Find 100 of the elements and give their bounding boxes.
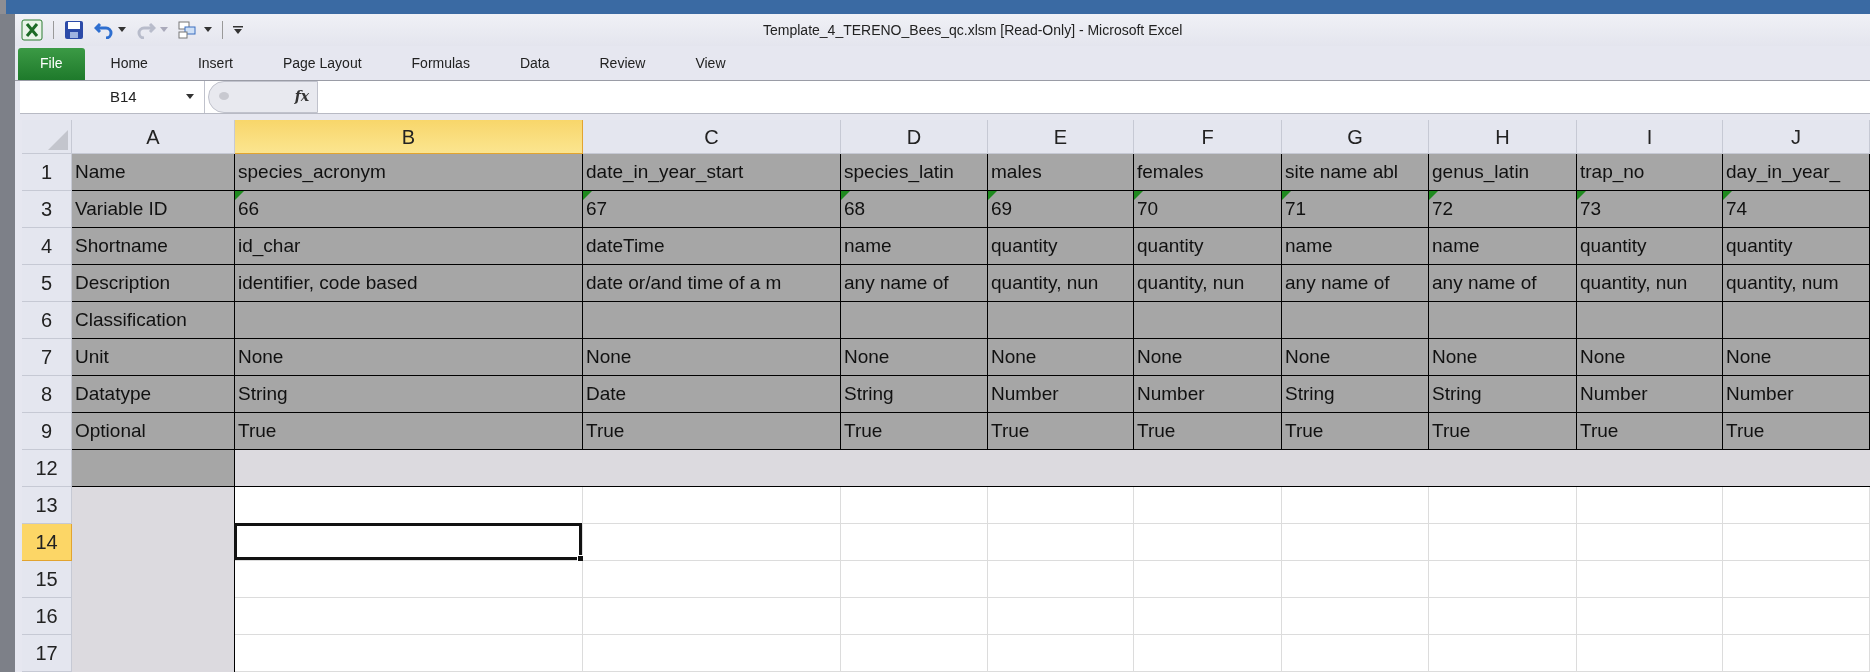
column-header[interactable]: C: [583, 120, 841, 154]
table-cell: Name: [72, 154, 235, 191]
caret-icon: [160, 27, 168, 33]
row-header[interactable]: 13: [22, 487, 72, 524]
table-cell: genus_latin: [1429, 154, 1577, 191]
table-cell: Date: [583, 376, 841, 413]
table-cell: 71: [1282, 191, 1429, 228]
row-header[interactable]: 6: [22, 302, 72, 339]
table-cell: Unit: [72, 339, 235, 376]
row-header[interactable]: 16: [22, 598, 72, 635]
ribbon-tab[interactable]: Data: [495, 47, 574, 80]
table-cell: date or/and time of a m: [583, 265, 841, 302]
insert-function-button[interactable]: fx: [294, 86, 309, 108]
table-cell: None: [1723, 339, 1870, 376]
column-header[interactable]: G: [1282, 120, 1429, 154]
table-cell: species_latin: [841, 154, 988, 191]
table-cell: any name of: [1429, 265, 1577, 302]
ribbon-tab[interactable]: Review: [575, 47, 670, 80]
table-cell: True: [1134, 413, 1282, 450]
table-cell: 69: [988, 191, 1134, 228]
table-cell: Classification: [72, 302, 235, 339]
table-cell: quantity: [988, 228, 1134, 265]
column-header[interactable]: H: [1429, 120, 1577, 154]
active-cell[interactable]: [234, 523, 582, 560]
table-cell: name: [1282, 228, 1429, 265]
ribbon-tab[interactable]: View: [671, 47, 750, 80]
table-cell: String: [235, 376, 583, 413]
table-cell: 73: [1577, 191, 1723, 228]
table-cell: Datatype: [72, 376, 235, 413]
ribbon-tab[interactable]: Page Layout: [258, 47, 386, 80]
row-header[interactable]: 3: [22, 191, 72, 228]
column-header[interactable]: E: [988, 120, 1134, 154]
table-cell: species_acronym: [235, 154, 583, 191]
grip-icon: [219, 91, 229, 100]
ribbon-tab[interactable]: Home: [86, 47, 172, 80]
row-header[interactable]: 8: [22, 376, 72, 413]
table-cell: None: [988, 339, 1134, 376]
table-cell: True: [988, 413, 1134, 450]
spreadsheet-app-icon[interactable]: [21, 18, 43, 41]
table-cell: None: [1134, 339, 1282, 376]
row-header[interactable]: 4: [22, 228, 72, 265]
table-cell: Number: [988, 376, 1134, 413]
table-cell: 70: [1134, 191, 1282, 228]
table-cell: Variable ID: [72, 191, 235, 228]
table-cell: id_char: [235, 228, 583, 265]
table-cell: Number: [1577, 376, 1723, 413]
ribbon-tab[interactable]: Insert: [173, 47, 257, 80]
table-cell: date_in_year_start: [583, 154, 841, 191]
table-cell: quantity, nun: [1134, 265, 1282, 302]
table-cell: 74: [1723, 191, 1870, 228]
corner-triangle-icon: [48, 130, 68, 150]
table-cell: identifier, code based: [235, 265, 583, 302]
row-header[interactable]: 12: [22, 450, 72, 487]
name-box[interactable]: B14: [20, 80, 205, 113]
ribbon-tab[interactable]: Formulas: [387, 47, 494, 80]
table-cell: quantity: [1134, 228, 1282, 265]
customize-toolbar-icon[interactable]: [233, 24, 243, 35]
undo-icon[interactable]: [94, 20, 114, 39]
table-cell: None: [583, 339, 841, 376]
row-header[interactable]: 7: [22, 339, 72, 376]
row-header[interactable]: 17: [22, 635, 72, 672]
table-cell: None: [235, 339, 583, 376]
table-cell: 68: [841, 191, 988, 228]
row-header[interactable]: 9: [22, 413, 72, 450]
table-cell: trap_no: [1577, 154, 1723, 191]
table-cell: quantity: [1723, 228, 1870, 265]
column-header[interactable]: J: [1723, 120, 1870, 154]
table-cell: any name of: [1282, 265, 1429, 302]
column-header[interactable]: D: [841, 120, 988, 154]
save-icon[interactable]: [64, 19, 84, 40]
table-cell: Number: [1134, 376, 1282, 413]
column-header[interactable]: I: [1577, 120, 1723, 154]
table-cell: site name abl: [1282, 154, 1429, 191]
table-cell: quantity: [1577, 228, 1723, 265]
table-cell: females: [1134, 154, 1282, 191]
column-header[interactable]: F: [1134, 120, 1282, 154]
row-header[interactable]: 14: [22, 524, 72, 561]
table-cell: quantity, num: [1723, 265, 1870, 302]
table-cell: 66: [235, 191, 583, 228]
column-header[interactable]: B: [235, 120, 583, 154]
row-header[interactable]: 5: [22, 265, 72, 302]
table-cell: Optional: [72, 413, 235, 450]
table-cell: quantity, nun: [988, 265, 1134, 302]
column-header[interactable]: A: [72, 120, 235, 154]
table-cell: dateTime: [583, 228, 841, 265]
table-cell: True: [1282, 413, 1429, 450]
row-header[interactable]: 15: [22, 561, 72, 598]
table-cell: Shortname: [72, 228, 235, 265]
table-cell: True: [1429, 413, 1577, 450]
row-header[interactable]: 1: [22, 154, 72, 191]
table-cell: Description: [72, 265, 235, 302]
table-cell: quantity, nun: [1577, 265, 1723, 302]
table-cell: String: [1429, 376, 1577, 413]
table-cell: None: [841, 339, 988, 376]
window-title: Template_4_TERENO_Bees_qc.xlsm [Read-Only] - Microsoft Excel: [763, 21, 1183, 38]
table-cell: True: [1577, 413, 1723, 450]
table-cell: name: [841, 228, 988, 265]
file-tab[interactable]: File: [18, 47, 85, 80]
table-cell: name: [1429, 228, 1577, 265]
table-cell: True: [841, 413, 988, 450]
